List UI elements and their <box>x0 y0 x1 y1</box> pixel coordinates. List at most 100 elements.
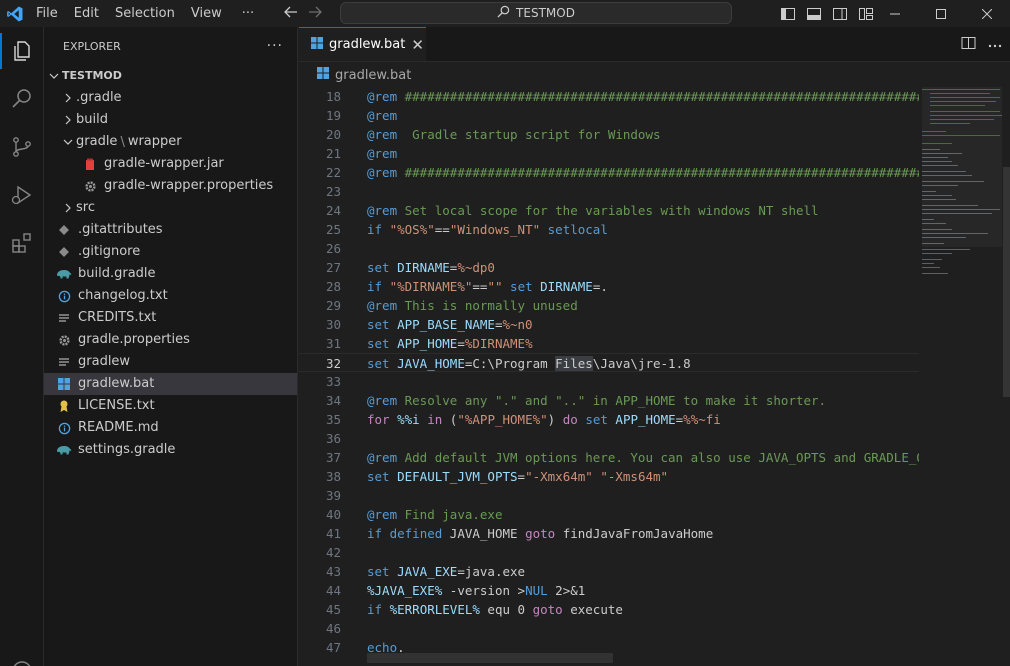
menu-edit[interactable]: Edit <box>66 0 107 27</box>
tree-item-src-folder[interactable]: src <box>44 197 297 219</box>
tree-item-gradlew[interactable]: gradlew <box>44 351 297 373</box>
code-token: @rem <box>367 507 398 522</box>
code-line[interactable]: 45 if %ERRORLEVEL% equ 0 goto execute <box>299 600 919 619</box>
toggle-primary-sidebar-icon[interactable] <box>780 6 796 22</box>
line-text: @rem Resolve any "." and ".." in APP_HOM… <box>367 391 826 410</box>
close-tab-button[interactable]: ✕ <box>411 36 424 54</box>
tree-root-folder[interactable]: TESTMOD <box>44 65 297 87</box>
vertical-scrollbar[interactable] <box>1002 87 1010 666</box>
code-editor[interactable]: 18 @rem #################################… <box>299 87 919 666</box>
menu-selection[interactable]: Selection <box>107 0 183 27</box>
toggle-secondary-sidebar-icon[interactable] <box>832 6 848 22</box>
code-token: JAVA_EXE <box>397 564 458 579</box>
menu-more-button[interactable]: ··· <box>230 0 266 27</box>
tree-item-gradle-wrapper-jar[interactable]: gradle-wrapper.jar <box>44 153 297 175</box>
horizontal-scrollbar[interactable] <box>367 653 613 663</box>
menu-file[interactable]: File <box>28 0 66 27</box>
minimap[interactable] <box>922 87 1002 327</box>
code-line[interactable]: 20 @rem Gradle startup script for Windows <box>299 125 919 144</box>
explorer-icon[interactable] <box>0 27 44 75</box>
back-arrow-icon[interactable] <box>284 5 298 23</box>
more-actions-icon[interactable] <box>988 37 1002 52</box>
code-line[interactable]: 42 <box>299 543 919 562</box>
code-line[interactable]: 35 for %%i in ("%APP_HOME%") do set APP_H… <box>299 410 919 429</box>
code-line[interactable]: 36 <box>299 429 919 448</box>
line-number: 19 <box>325 108 341 123</box>
tree-item-settings-gradle[interactable]: settings.gradle <box>44 439 297 461</box>
code-token: -version > <box>442 583 526 598</box>
tree-item-build-gradle[interactable]: build.gradle <box>44 263 297 285</box>
code-token: %~dp0 <box>457 260 495 275</box>
tree-item-readme[interactable]: README.md <box>44 417 297 439</box>
code-line[interactable]: 19 @rem <box>299 106 919 125</box>
code-token: NUL <box>525 583 548 598</box>
toggle-panel-icon[interactable] <box>806 6 822 22</box>
tab-bar: gradlew.bat ✕ <box>299 27 1010 62</box>
code-line[interactable]: 44 %JAVA_EXE% -version >NUL 2>&1 <box>299 581 919 600</box>
code-line[interactable]: 43 set JAVA_EXE=java.exe <box>299 562 919 581</box>
minimize-button[interactable] <box>872 0 918 27</box>
code-line[interactable]: 39 <box>299 486 919 505</box>
menu-view[interactable]: View <box>183 0 230 27</box>
code-token: Add default JVM options here. You can al… <box>397 450 919 465</box>
tree-item-build-folder[interactable]: build <box>44 109 297 131</box>
code-token: == <box>472 279 488 294</box>
code-line[interactable]: 27 set DIRNAME=%~dp0 <box>299 258 919 277</box>
code-token: =C:\Program <box>464 356 556 371</box>
line-text: @rem This is normally unused <box>367 296 578 315</box>
code-token: %%i <box>397 412 420 427</box>
line-text: set DIRNAME=%~dp0 <box>367 258 495 277</box>
tree-item-license[interactable]: LICENSE.txt <box>44 395 297 417</box>
tree-item-gradle-wrapper-properties[interactable]: gradle-wrapper.properties <box>44 175 297 197</box>
tree-item-gradlew-bat[interactable]: gradlew.bat <box>44 373 297 395</box>
code-token: %~n0 <box>502 317 533 332</box>
tree-item-gradle-properties[interactable]: gradle.properties <box>44 329 297 351</box>
tree-item-gitignore[interactable]: .gitignore <box>44 241 297 263</box>
tree-item-credits[interactable]: CREDITS.txt <box>44 307 297 329</box>
code-line[interactable]: 28 if "%DIRNAME%"=="" set DIRNAME=. <box>299 277 919 296</box>
code-line[interactable]: 23 <box>299 182 919 201</box>
tree-item-changelog[interactable]: changelog.txt <box>44 285 297 307</box>
code-line[interactable]: 34 @rem Resolve any "." and ".." in APP_H… <box>299 391 919 410</box>
code-line[interactable]: 37 @rem Add default JVM options here. You… <box>299 448 919 467</box>
search-icon[interactable] <box>0 75 44 123</box>
tree-item-gitattributes[interactable]: .gitattributes <box>44 219 297 241</box>
code-line[interactable]: 26 <box>299 239 919 258</box>
split-editor-icon[interactable] <box>961 36 976 54</box>
explorer-more-actions-button[interactable]: ··· <box>267 38 283 54</box>
tab-gradlew-bat[interactable]: gradlew.bat ✕ <box>299 27 426 61</box>
code-line[interactable]: 38 set DEFAULT_JVM_OPTS="-Xmx64m" "-Xms64… <box>299 467 919 486</box>
tree-item-label: src <box>76 200 95 215</box>
maximize-button[interactable] <box>918 0 964 27</box>
code-line[interactable]: 31 set APP_HOME=%DIRNAME% <box>299 334 919 353</box>
close-window-button[interactable] <box>964 0 1010 27</box>
code-line[interactable]: 40 @rem Find java.exe <box>299 505 919 524</box>
tree-item-gradle-folder[interactable]: .gradle <box>44 87 297 109</box>
code-line[interactable]: 46 <box>299 619 919 638</box>
code-line[interactable]: 41 if defined JAVA_HOME goto findJavaFrom… <box>299 524 919 543</box>
code-line[interactable]: 29 @rem This is normally unused <box>299 296 919 315</box>
source-control-icon[interactable] <box>0 123 44 171</box>
windows-icon <box>317 67 329 83</box>
forward-arrow-icon[interactable] <box>308 5 322 23</box>
command-center-search[interactable]: TESTMOD <box>340 2 732 24</box>
line-number: 34 <box>325 393 341 408</box>
tree-item-label: README.md <box>78 420 159 435</box>
code-line[interactable]: 32 set JAVA_HOME=C:\Program Files\Java\jr… <box>299 353 919 372</box>
search-label: TESTMOD <box>516 6 575 20</box>
scrollbar-thumb[interactable] <box>1003 167 1010 397</box>
code-line[interactable]: 24 @rem Set local scope for the variables… <box>299 201 919 220</box>
code-token: "%APP_HOME%" <box>457 412 548 427</box>
code-line[interactable]: 30 set APP_BASE_NAME=%~n0 <box>299 315 919 334</box>
code-line[interactable]: 22 @rem #################################… <box>299 163 919 182</box>
accounts-icon[interactable] <box>0 647 44 666</box>
breadcrumb-file[interactable]: gradlew.bat <box>335 68 411 83</box>
code-line[interactable]: 18 @rem #################################… <box>299 87 919 106</box>
code-line[interactable]: 25 if "%OS%"=="Windows_NT" setlocal <box>299 220 919 239</box>
tree-item-gradle-wrapper-folder[interactable]: gradle \ wrapper <box>44 131 297 153</box>
breadcrumb[interactable]: gradlew.bat <box>299 62 1010 88</box>
code-line[interactable]: 33 <box>299 372 919 391</box>
extensions-icon[interactable] <box>0 219 44 267</box>
run-and-debug-icon[interactable] <box>0 171 44 219</box>
code-line[interactable]: 21 @rem <box>299 144 919 163</box>
